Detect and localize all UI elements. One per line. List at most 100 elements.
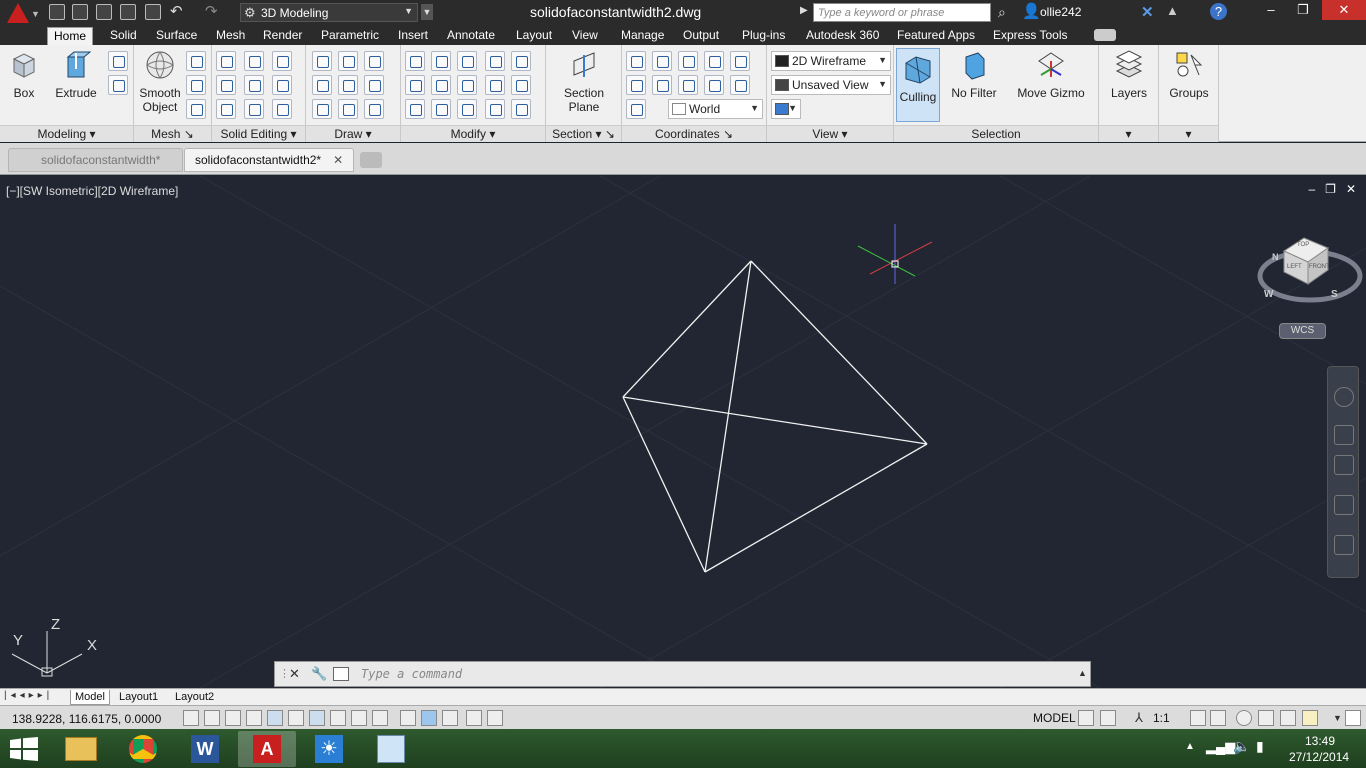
panel-title-modify[interactable]: Modify ▾	[401, 125, 545, 142]
battery-icon[interactable]: ▮	[1256, 738, 1264, 755]
tab-layout[interactable]: Layout	[510, 27, 558, 45]
network-icon[interactable]: ▂▄▆	[1206, 739, 1235, 755]
grid-icon[interactable]	[225, 710, 241, 726]
qat-customize-button[interactable]: ▼	[421, 4, 433, 20]
line-icon[interactable]	[312, 51, 332, 71]
close-button[interactable]: ✕	[1322, 0, 1366, 20]
showmotion-icon[interactable]	[1334, 535, 1354, 555]
clean-screen-icon[interactable]	[1345, 710, 1361, 726]
tab-manage[interactable]: Manage	[615, 27, 670, 45]
dyn-icon[interactable]	[372, 710, 388, 726]
chevron-down-icon[interactable]: ▼	[1333, 713, 1342, 723]
orbit-icon[interactable]	[1334, 495, 1354, 515]
windows-start-icon[interactable]	[10, 737, 38, 761]
ucs-icon-properties[interactable]	[652, 51, 672, 71]
tab-express-tools[interactable]: Express Tools	[987, 27, 1073, 45]
model-space-toggle[interactable]: MODEL	[1033, 711, 1076, 725]
autocad-taskbar-icon[interactable]: A	[238, 731, 296, 767]
chevron-right-icon[interactable]: ▶	[800, 5, 808, 16]
copy-icon[interactable]	[485, 51, 505, 71]
ucs-zaxis-icon[interactable]	[704, 75, 724, 95]
polyline-icon[interactable]	[338, 51, 358, 71]
extrude-button[interactable]: Extrude	[52, 49, 100, 100]
am-icon[interactable]	[487, 710, 503, 726]
workspace-switching-icon[interactable]	[1236, 710, 1252, 726]
move-gizmo-button[interactable]: Move Gizmo	[1014, 49, 1088, 100]
paint-app-icon[interactable]	[362, 731, 420, 767]
tab-home[interactable]: Home	[47, 27, 94, 45]
taskbar-clock-time[interactable]: 13:49	[1305, 734, 1335, 748]
circle-icon[interactable]	[364, 75, 384, 95]
search-input[interactable]: Type a keyword or phrase	[813, 3, 991, 22]
viewport-restore-icon[interactable]: ❐	[1325, 182, 1336, 196]
tab-featured-apps[interactable]: Featured Apps	[891, 27, 981, 45]
exchange-icon[interactable]: ✕	[1141, 3, 1154, 21]
ucs-previous-icon[interactable]	[652, 75, 672, 95]
new-icon[interactable]	[49, 4, 65, 20]
ucs-icon[interactable]	[626, 51, 646, 71]
binoculars-icon[interactable]: ⌕	[998, 4, 1006, 21]
tpy-icon[interactable]	[421, 710, 437, 726]
chrome-icon[interactable]	[114, 731, 172, 767]
ucs-x-icon[interactable]	[678, 51, 698, 71]
tetrahedron-wireframe[interactable]	[622, 260, 928, 573]
volume-icon[interactable]: 🔈	[1233, 738, 1250, 755]
extrude-faces-icon[interactable]	[272, 51, 292, 71]
polar-icon[interactable]	[267, 710, 283, 726]
polysolid-icon[interactable]	[108, 51, 128, 71]
a360-icon[interactable]: ▲	[1166, 3, 1179, 18]
shell-icon[interactable]	[272, 99, 292, 119]
file-tab-active[interactable]: solidofaconstantwidth2* ✕	[184, 148, 354, 172]
slice-icon[interactable]	[244, 75, 264, 95]
panel-title-layers[interactable]: ▾	[1099, 125, 1158, 142]
undo-icon[interactable]: ↶	[170, 2, 183, 20]
ucs-select[interactable]: World ▼	[668, 99, 763, 119]
restore-button[interactable]: ❐	[1288, 0, 1318, 20]
otrack-icon[interactable]	[330, 710, 346, 726]
extract-edges-icon[interactable]	[244, 51, 264, 71]
redo-icon[interactable]: ↷	[205, 2, 218, 20]
annotation-scale[interactable]: 1:1	[1153, 711, 1170, 725]
section-plane-button[interactable]: Section Plane	[560, 49, 608, 114]
intersect-icon[interactable]	[216, 99, 236, 119]
mirror-icon[interactable]	[485, 75, 505, 95]
mesh-smooth-less-icon[interactable]	[186, 75, 206, 95]
ucs-origin-icon[interactable]	[626, 75, 646, 95]
panel-title-modeling[interactable]: Modeling ▾	[0, 125, 133, 142]
ucs-y-icon[interactable]	[678, 75, 698, 95]
panel-title-draw[interactable]: Draw ▾	[306, 125, 400, 142]
hardware-acceleration-icon[interactable]	[1280, 710, 1296, 726]
box-button[interactable]: Box	[4, 49, 44, 100]
weather-app-icon[interactable]: ☀	[300, 731, 358, 767]
3d-rotate-icon[interactable]	[431, 51, 451, 71]
ellipse-icon[interactable]	[364, 99, 384, 119]
snap-icon[interactable]	[204, 710, 220, 726]
save-as-icon[interactable]	[120, 4, 136, 20]
layers-button[interactable]: Layers	[1107, 49, 1151, 100]
qp-icon[interactable]	[442, 710, 458, 726]
command-input[interactable]: Type a command	[361, 667, 462, 681]
ucs-face-icon[interactable]	[626, 99, 646, 119]
spline-icon[interactable]	[312, 75, 332, 95]
3d-polyline-icon[interactable]	[338, 75, 358, 95]
separate-icon[interactable]	[272, 75, 292, 95]
rectangle-icon[interactable]	[338, 99, 358, 119]
trim-icon[interactable]	[511, 51, 531, 71]
ucs-view-icon[interactable]	[730, 51, 750, 71]
panel-title-mesh[interactable]: Mesh ↘	[134, 125, 211, 142]
show-hidden-icons-icon[interactable]: ▲	[1185, 741, 1195, 752]
no-filter-button[interactable]: No Filter	[948, 49, 1000, 100]
visual-style-select[interactable]: 2D Wireframe ▼	[771, 51, 891, 71]
tab-view[interactable]: View	[566, 27, 604, 45]
tab-solid[interactable]: Solid	[104, 27, 143, 45]
zoom-icon[interactable]	[1334, 455, 1354, 475]
viewport-close-icon[interactable]: ✕	[1346, 182, 1356, 196]
panel-title-view[interactable]: View ▾	[767, 125, 893, 142]
ortho-icon[interactable]	[246, 710, 262, 726]
sc-icon[interactable]	[466, 710, 482, 726]
annotation-scale-icon[interactable]: ⅄	[1135, 710, 1143, 726]
tab-autodesk-360[interactable]: Autodesk 360	[800, 27, 885, 45]
panel-title-groups[interactable]: ▾	[1159, 125, 1218, 142]
tab-plugins[interactable]: Plug-ins	[736, 27, 791, 45]
wrench-icon[interactable]: 🔧	[311, 666, 327, 682]
